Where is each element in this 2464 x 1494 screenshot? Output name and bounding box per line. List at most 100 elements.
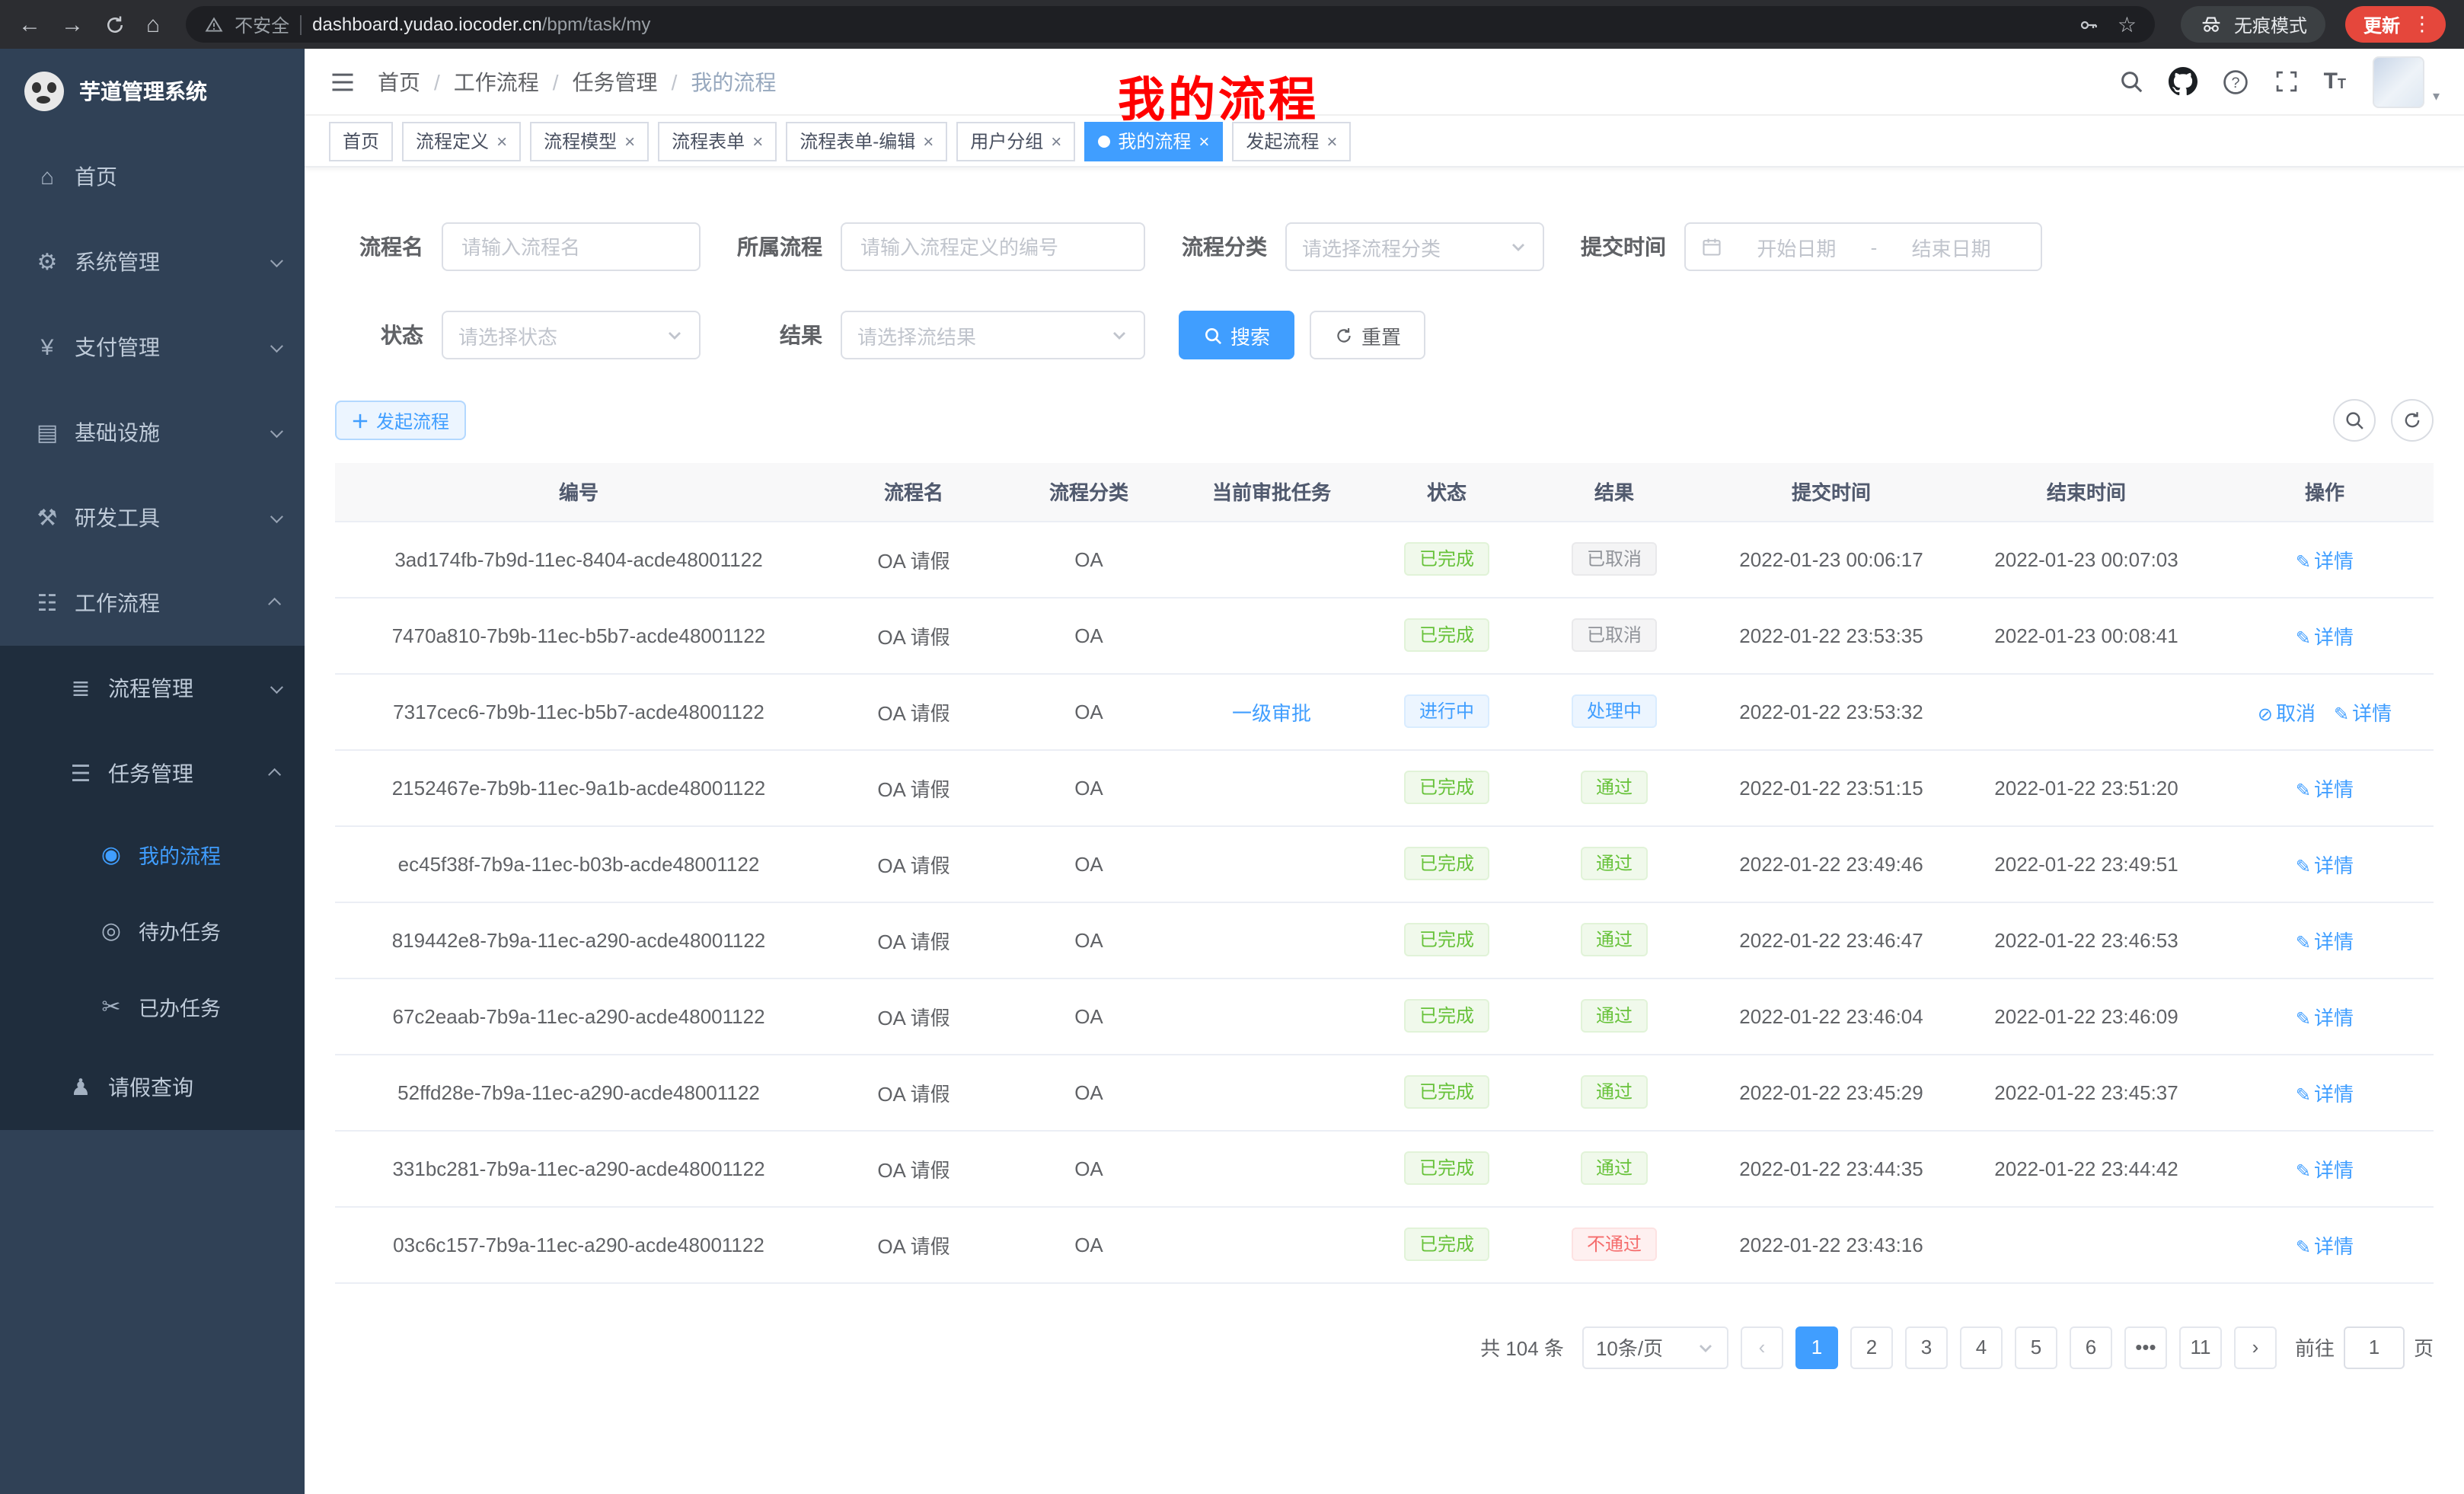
close-icon[interactable]: × [496, 130, 507, 152]
cell-status: 已完成 [1371, 902, 1523, 978]
update-button[interactable]: 更新 ⋮ [2345, 6, 2446, 43]
github-icon[interactable] [2169, 67, 2197, 96]
tab-process-form[interactable]: 流程表单× [658, 121, 777, 161]
sidebar-item-my-process[interactable]: ◉ 我的流程 [0, 816, 305, 892]
breadcrumb-workflow[interactable]: 工作流程 [454, 66, 539, 97]
avatar[interactable] [2373, 56, 2425, 107]
detail-link[interactable]: ✎详情 [2296, 777, 2354, 800]
next-page-button[interactable]: › [2234, 1326, 2277, 1368]
cell-name: OA 请假 [822, 1054, 1005, 1130]
category-select[interactable]: 请选择流程分类 [1285, 222, 1544, 271]
prev-page-button[interactable]: ‹ [1741, 1326, 1783, 1368]
reset-button[interactable]: 重置 [1310, 311, 1425, 359]
start-process-button[interactable]: 发起流程 [335, 401, 466, 440]
breadcrumb-current: 我的流程 [691, 66, 776, 97]
range-separator: - [1871, 235, 1878, 258]
forward-icon[interactable]: → [61, 13, 84, 36]
tab-process-model[interactable]: 流程模型× [530, 121, 649, 161]
warning-icon [204, 14, 224, 34]
tab-my-process[interactable]: 我的流程× [1084, 121, 1223, 161]
detail-link[interactable]: ✎详情 [2296, 1006, 2354, 1029]
page-button-2[interactable]: 2 [1850, 1326, 1893, 1368]
detail-link[interactable]: ✎详情 [2296, 1082, 2354, 1105]
list-icon: ≣ [67, 675, 94, 702]
sidebar-item-infrastructure[interactable]: ▤ 基础设施 [0, 390, 305, 475]
detail-link[interactable]: ✎详情 [2296, 625, 2354, 648]
close-icon[interactable]: × [624, 130, 635, 152]
page-button-1[interactable]: 1 [1795, 1326, 1838, 1368]
detail-link[interactable]: ✎详情 [2296, 1158, 2354, 1181]
fullscreen-icon[interactable] [2274, 69, 2300, 94]
detail-link[interactable]: ✎详情 [2296, 930, 2354, 953]
help-icon[interactable]: ? [2222, 68, 2249, 95]
sidebar-item-system[interactable]: ⚙ 系统管理 [0, 219, 305, 305]
close-icon[interactable]: × [1051, 130, 1061, 152]
status-select[interactable]: 请选择状态 [442, 311, 701, 359]
browser-home-icon[interactable]: ⌂ [146, 13, 160, 36]
detail-link[interactable]: ✎详情 [2296, 854, 2354, 876]
page-button-11[interactable]: 11 [2179, 1326, 2222, 1368]
tab-process-definition[interactable]: 流程定义× [402, 121, 521, 161]
result-badge: 通过 [1581, 999, 1648, 1033]
sidebar-item-task-mgmt[interactable]: ☰ 任务管理 [0, 731, 305, 816]
toggle-search-button[interactable] [2333, 399, 2376, 442]
sidebar-item-todo-tasks[interactable]: ◎ 待办任务 [0, 892, 305, 969]
cell-name: OA 请假 [822, 978, 1005, 1054]
cell-current-task: 一级审批 [1173, 673, 1371, 749]
tab-user-group[interactable]: 用户分组× [956, 121, 1075, 161]
current-task-link[interactable]: 一级审批 [1232, 701, 1311, 724]
address-bar[interactable]: 不安全 dashboard.yudao.iocoder.cn/bpm/task/… [186, 6, 2155, 43]
pagination: 共 104 条 10条/页 ‹ 1 2 3 4 5 6 ••• 11 › 前往 … [335, 1326, 2434, 1368]
close-icon[interactable]: × [1198, 130, 1209, 152]
page-size-select[interactable]: 10条/页 [1582, 1326, 1728, 1368]
sidebar-item-workflow[interactable]: ☷ 工作流程 [0, 560, 305, 646]
submit-time-range-picker[interactable]: 开始日期 - 结束日期 [1684, 222, 2042, 271]
back-icon[interactable]: ← [18, 13, 41, 36]
sidebar-item-home[interactable]: ⌂ 首页 [0, 134, 305, 219]
page-button-5[interactable]: 5 [2015, 1326, 2057, 1368]
result-select[interactable]: 请选择流结果 [841, 311, 1145, 359]
reload-icon[interactable] [104, 13, 126, 36]
sidebar-item-devtools[interactable]: ⚒ 研发工具 [0, 475, 305, 560]
more-pages-button[interactable]: ••• [2124, 1326, 2167, 1368]
sidebar-item-payment[interactable]: ¥ 支付管理 [0, 305, 305, 390]
page-button-3[interactable]: 3 [1905, 1326, 1948, 1368]
sidebar-item-process-mgmt[interactable]: ≣ 流程管理 [0, 646, 305, 731]
detail-link[interactable]: ✎详情 [2334, 701, 2392, 724]
col-submit-time: 提交时间 [1706, 463, 1957, 521]
font-size-icon[interactable]: TT [2324, 70, 2346, 93]
home-icon: ⌂ [34, 164, 61, 190]
key-icon[interactable] [2078, 13, 2101, 36]
refresh-table-button[interactable] [2391, 399, 2434, 442]
page-button-6[interactable]: 6 [2070, 1326, 2112, 1368]
breadcrumb-task-mgmt[interactable]: 任务管理 [573, 66, 658, 97]
process-definition-input[interactable] [841, 222, 1145, 271]
browser-menu-dots-icon[interactable]: ⋮ [2408, 12, 2437, 37]
tab-home[interactable]: 首页 [329, 121, 393, 161]
breadcrumb-home[interactable]: 首页 [378, 66, 420, 97]
search-button[interactable]: 搜索 [1179, 311, 1294, 359]
chevron-up-icon [268, 598, 281, 611]
calendar-icon [1701, 236, 1722, 257]
page-button-4[interactable]: 4 [1960, 1326, 2003, 1368]
process-name-input[interactable] [442, 222, 701, 271]
col-current-task: 当前审批任务 [1173, 463, 1371, 521]
tab-start-process[interactable]: 发起流程× [1232, 121, 1351, 161]
close-icon[interactable]: × [752, 130, 763, 152]
search-icon[interactable] [2118, 69, 2144, 94]
hamburger-icon[interactable] [329, 68, 356, 95]
user-menu[interactable]: ▾ [2373, 56, 2440, 107]
cancel-link[interactable]: ⊘取消 [2258, 701, 2316, 724]
detail-link[interactable]: ✎详情 [2296, 549, 2354, 572]
detail-link[interactable]: ✎详情 [2296, 1234, 2354, 1257]
cancel-icon: ⊘ [2258, 703, 2273, 724]
tab-process-form-edit[interactable]: 流程表单-编辑× [786, 121, 947, 161]
table-row: 819442e8-7b9a-11ec-a290-acde48001122 OA … [335, 902, 2434, 978]
close-icon[interactable]: × [923, 130, 934, 152]
close-icon[interactable]: × [1326, 130, 1337, 152]
bookmark-star-icon[interactable]: ☆ [2118, 11, 2137, 37]
jump-page-input[interactable] [2344, 1326, 2405, 1368]
sidebar-item-leave-query[interactable]: ♟ 请假查询 [0, 1045, 305, 1130]
sidebar-item-done-tasks[interactable]: ✂ 已办任务 [0, 969, 305, 1045]
cell-actions: ✎详情 [2216, 902, 2434, 978]
